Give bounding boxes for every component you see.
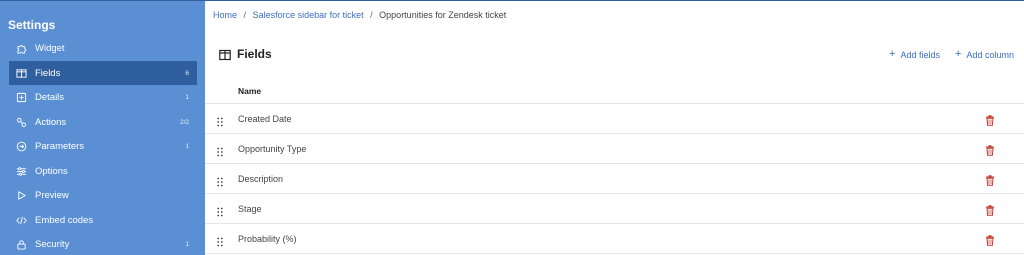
breadcrumb-separator: / — [243, 10, 247, 20]
add-column-button[interactable]: + Add column — [955, 49, 1014, 60]
field-name: Probability (%) — [238, 233, 297, 244]
columns-icon — [16, 68, 27, 79]
table-row: Probability (%) — [205, 224, 1024, 254]
circle-arrow-icon — [16, 141, 27, 152]
sidebar-item-label: Security — [35, 238, 70, 250]
sidebar-item-label: Fields — [35, 67, 61, 79]
section-header: Fields — [219, 47, 272, 61]
drag-handle-icon[interactable] — [217, 114, 223, 126]
field-name: Created Date — [238, 113, 292, 124]
trash-icon[interactable] — [985, 113, 995, 126]
sidebar-item-parameters[interactable]: Parameters 1 — [9, 134, 197, 158]
sidebar-item-label: Widget — [35, 42, 65, 54]
table-row: Description — [205, 164, 1024, 194]
trash-icon[interactable] — [985, 143, 995, 156]
sidebar-item-count: 1 — [185, 240, 189, 248]
drag-handle-icon[interactable] — [217, 174, 223, 186]
trash-icon[interactable] — [985, 173, 995, 186]
puzzle-icon — [16, 43, 27, 54]
plus-icon: + — [889, 48, 896, 60]
add-fields-button[interactable]: + Add fields — [889, 49, 940, 60]
play-icon — [16, 190, 27, 201]
sidebar-item-widget[interactable]: Widget — [9, 36, 197, 60]
plus-icon: + — [955, 48, 962, 60]
sidebar-item-label: Preview — [35, 189, 69, 201]
sidebar-title: Settings — [8, 18, 56, 32]
sidebar-item-count: 1 — [185, 142, 189, 150]
sidebar-item-count: 1 — [185, 93, 189, 101]
breadcrumb-home-link[interactable]: Home — [213, 10, 237, 20]
add-column-label: Add column — [966, 49, 1014, 60]
table-row: Stage — [205, 194, 1024, 224]
trash-icon[interactable] — [985, 233, 995, 246]
sidebar-item-details[interactable]: Details 1 — [9, 85, 197, 109]
actions-icon — [16, 117, 27, 128]
sliders-icon — [16, 166, 27, 177]
sidebar-item-security[interactable]: Security 1 — [9, 232, 197, 255]
breadcrumb-separator: / — [370, 10, 373, 20]
sidebar-item-count: 6 — [185, 69, 189, 77]
code-icon — [16, 215, 27, 226]
drag-handle-icon[interactable] — [217, 234, 223, 246]
page-title: Fields — [237, 47, 272, 61]
plus-square-icon — [16, 92, 27, 103]
sidebar-item-label: Embed codes — [35, 214, 94, 226]
breadcrumb-parent-link[interactable]: Salesforce sidebar for ticket — [253, 10, 364, 20]
sidebar-item-actions[interactable]: Actions 2/2 — [9, 110, 197, 134]
column-header-name: Name — [238, 86, 262, 96]
table-row: Opportunity Type — [205, 134, 1024, 164]
columns-icon — [219, 48, 231, 61]
sidebar-item-label: Parameters — [35, 140, 85, 152]
sidebar-item-options[interactable]: Options — [9, 159, 197, 183]
trash-icon[interactable] — [985, 203, 995, 216]
breadcrumb-current: Opportunities for Zendesk ticket — [379, 10, 507, 20]
field-name: Opportunity Type — [238, 143, 307, 154]
sidebar-item-preview[interactable]: Preview — [9, 183, 197, 207]
add-fields-label: Add fields — [900, 49, 940, 60]
field-name: Description — [238, 173, 284, 184]
sidebar-item-label: Actions — [35, 116, 67, 128]
sidebar-item-label: Options — [35, 165, 68, 177]
drag-handle-icon[interactable] — [217, 144, 223, 156]
drag-handle-icon[interactable] — [217, 204, 223, 216]
sidebar-item-label: Details — [35, 91, 65, 103]
main-content: Home / Salesforce sidebar for ticket / O… — [205, 0, 1024, 255]
sidebar: Settings Widget Fields 6 Details 1 Actio… — [0, 0, 205, 255]
field-name: Stage — [238, 203, 262, 214]
sidebar-item-embed-codes[interactable]: Embed codes — [9, 208, 197, 232]
breadcrumb: Home / Salesforce sidebar for ticket / O… — [213, 10, 506, 20]
sidebar-item-fields[interactable]: Fields 6 — [9, 61, 197, 85]
table-row: Created Date — [205, 104, 1024, 134]
lock-icon — [16, 239, 27, 250]
sidebar-item-count: 2/2 — [179, 118, 189, 126]
